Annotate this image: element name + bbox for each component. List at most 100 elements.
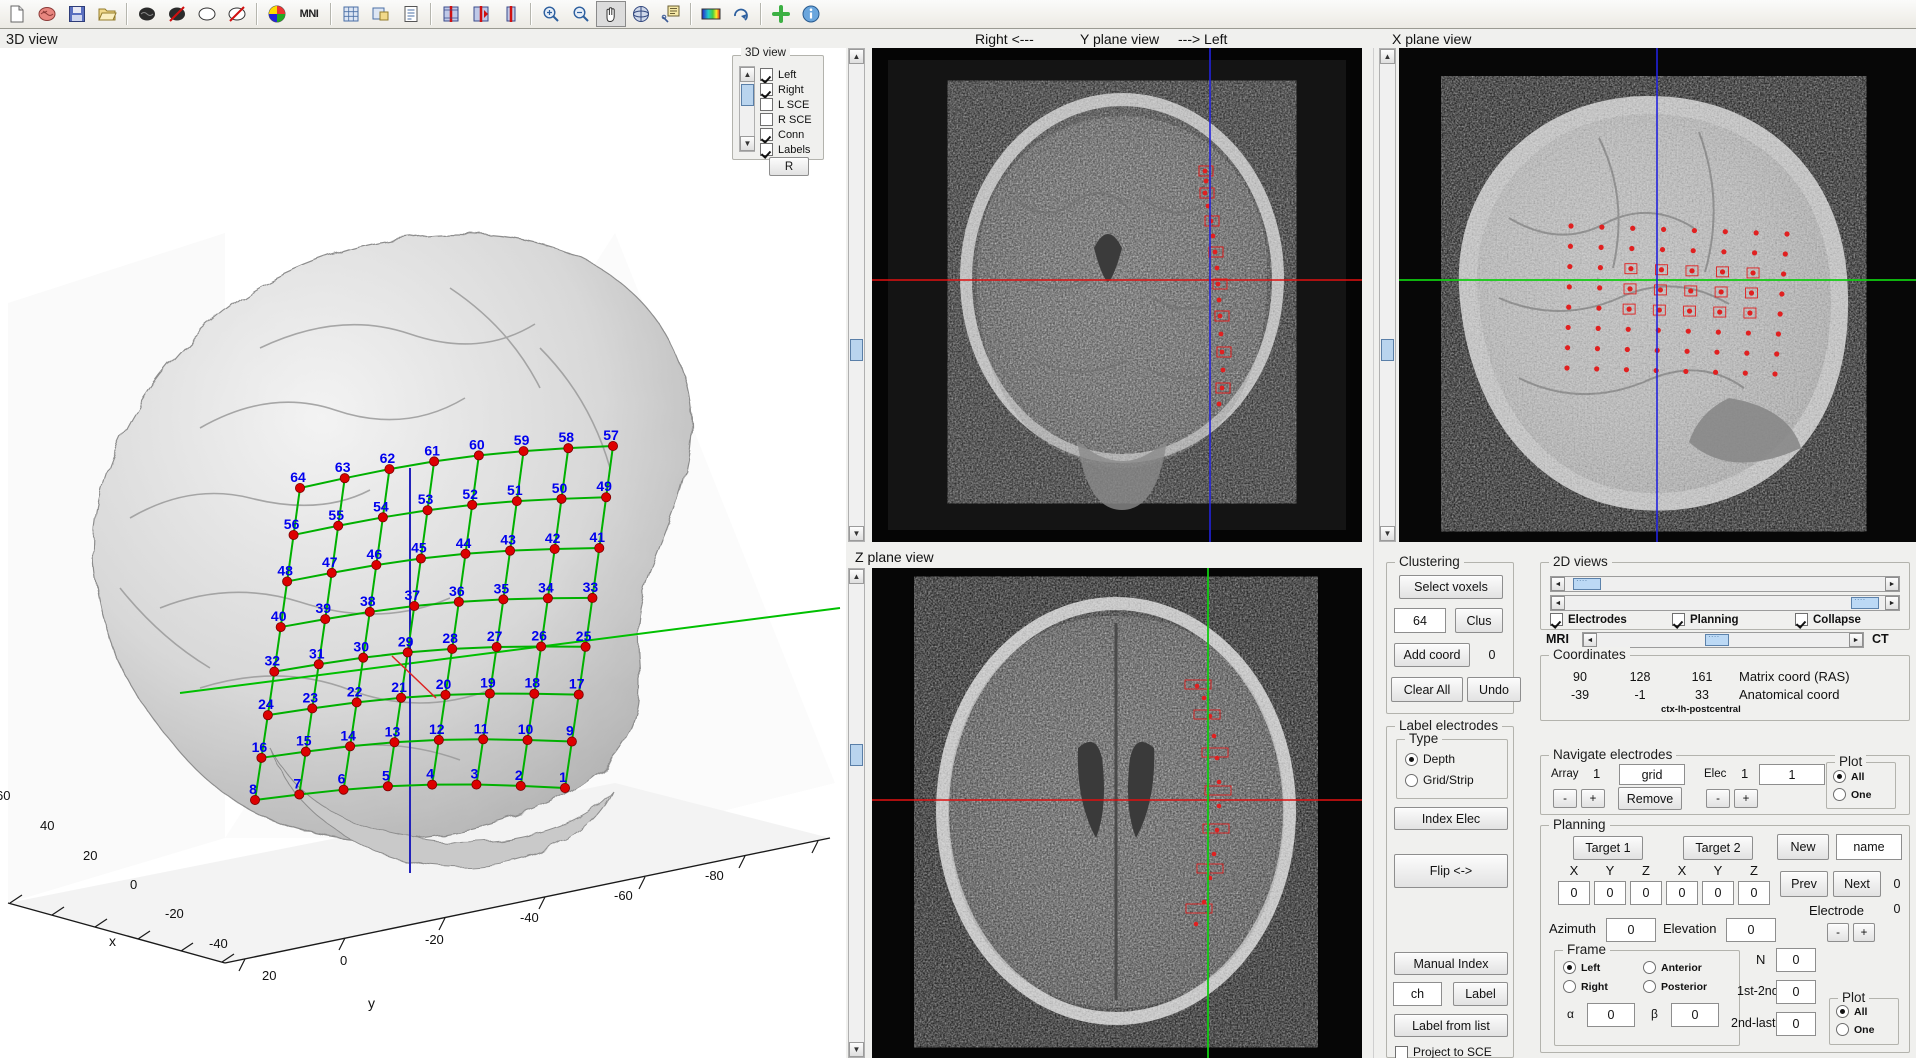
info-icon[interactable]: [796, 1, 826, 27]
slider-thumb[interactable]: [1851, 595, 1879, 609]
align-mri-icon[interactable]: [436, 1, 466, 27]
z-plane-scrollbar[interactable]: ▲ ▼: [848, 568, 865, 1058]
datatip-icon[interactable]: [656, 1, 686, 27]
grid-icon[interactable]: [336, 1, 366, 27]
scroll-thumb[interactable]: [850, 744, 863, 766]
x-plane-view[interactable]: [1399, 48, 1916, 542]
cbx-electrodes[interactable]: Electrodes: [1550, 613, 1627, 626]
array-minus-button[interactable]: -: [1553, 789, 1577, 808]
align-single-icon[interactable]: [496, 1, 526, 27]
hide-surface-icon[interactable]: [222, 1, 252, 27]
scroll-up-arrow[interactable]: ▲: [849, 569, 864, 584]
y-plane-scrollbar[interactable]: ▲ ▼: [848, 48, 865, 542]
rotate-3d-icon[interactable]: [626, 1, 656, 27]
undo-button[interactable]: Undo: [1467, 677, 1521, 702]
scroll-down-arrow[interactable]: ▼: [849, 1042, 864, 1057]
target-name-field[interactable]: name: [1836, 834, 1902, 860]
radio-plot-one[interactable]: One: [1833, 788, 1871, 801]
beta-field[interactable]: 0: [1671, 1003, 1719, 1027]
show-brain-icon[interactable]: [132, 1, 162, 27]
target2-z-field[interactable]: 0: [1738, 881, 1770, 905]
remove-array-button[interactable]: Remove: [1618, 787, 1682, 810]
cbx-planning[interactable]: Planning: [1672, 613, 1739, 626]
radio-planning-plot-one[interactable]: One: [1836, 1023, 1874, 1036]
scroll-thumb[interactable]: [1381, 339, 1394, 361]
n-field[interactable]: 0: [1776, 948, 1816, 972]
label-from-list-button[interactable]: Label from list: [1394, 1014, 1508, 1037]
target1-button[interactable]: Target 1: [1573, 836, 1643, 860]
index-elec-button[interactable]: Index Elec: [1394, 807, 1508, 830]
cbx-right[interactable]: Right: [760, 83, 804, 96]
slider-right-arrow[interactable]: ►: [1885, 596, 1899, 610]
colorbar-icon[interactable]: [696, 1, 726, 27]
colormap-icon[interactable]: [262, 1, 292, 27]
brain-3d-view[interactable]: 64 63 62 61 60 59 58 57 56 55 54 53 52 51 50 49 48 47 46 45…: [0, 48, 846, 1058]
slider-thumb[interactable]: [1573, 576, 1601, 590]
radio-planning-plot-all[interactable]: All: [1836, 1005, 1867, 1018]
target2-y-field[interactable]: 0: [1702, 881, 1734, 905]
azimuth-field[interactable]: 0: [1606, 918, 1656, 942]
select-voxels-button[interactable]: Select voxels: [1399, 575, 1503, 599]
electrode-plus-button[interactable]: +: [1853, 923, 1875, 942]
array-name-field[interactable]: grid: [1619, 764, 1685, 785]
y-plane-view[interactable]: [872, 48, 1362, 542]
radio-frame-anterior[interactable]: Anterior: [1643, 961, 1702, 974]
radio-frame-posterior[interactable]: Posterior: [1643, 980, 1707, 993]
radio-depth[interactable]: Depth: [1405, 752, 1455, 766]
clear-all-button[interactable]: Clear All: [1391, 677, 1463, 702]
cbx-project-to-sce[interactable]: Project to SCE: [1395, 1045, 1492, 1058]
cbx-collapse[interactable]: Collapse: [1795, 613, 1861, 626]
target1-y-field[interactable]: 0: [1594, 881, 1626, 905]
scroll-down-arrow[interactable]: ▼: [1380, 526, 1395, 541]
slider-left-arrow[interactable]: ◄: [1551, 596, 1565, 610]
views2d-slider-top[interactable]: ◄ ►: [1550, 576, 1900, 592]
array-plus-button[interactable]: +: [1581, 789, 1605, 808]
electrode-minus-button[interactable]: -: [1827, 923, 1849, 942]
grid-folder-icon[interactable]: [366, 1, 396, 27]
pan-hand-icon[interactable]: [596, 1, 626, 27]
second-last-field[interactable]: 0: [1776, 1012, 1816, 1036]
ch-field[interactable]: ch: [1393, 982, 1442, 1006]
radio-frame-left[interactable]: Left: [1563, 961, 1600, 974]
scroll-thumb[interactable]: [741, 84, 754, 106]
align-ct-icon[interactable]: [466, 1, 496, 27]
mri-ct-blend-slider[interactable]: ◄ ►: [1582, 632, 1864, 648]
elec-minus-button[interactable]: -: [1706, 789, 1730, 808]
mni-label[interactable]: MNI: [292, 1, 326, 27]
add-coord-button[interactable]: Add coord: [1394, 643, 1470, 667]
clus-button[interactable]: Clus: [1455, 608, 1503, 633]
elevation-field[interactable]: 0: [1726, 918, 1776, 942]
manual-index-button[interactable]: Manual Index: [1394, 952, 1508, 975]
zoom-in-icon[interactable]: [536, 1, 566, 27]
open-folder-icon[interactable]: [92, 1, 122, 27]
alpha-field[interactable]: 0: [1587, 1003, 1635, 1027]
scroll-up-arrow[interactable]: ▲: [849, 49, 864, 64]
save-icon[interactable]: [62, 1, 92, 27]
new-target-button[interactable]: New: [1777, 834, 1829, 860]
scroll-down-arrow[interactable]: ▼: [740, 136, 755, 151]
cbx-conn[interactable]: Conn: [760, 128, 804, 141]
elec-value-field[interactable]: 1: [1759, 764, 1825, 785]
reset-view-button[interactable]: R: [769, 157, 809, 176]
z-plane-view[interactable]: [872, 568, 1362, 1058]
scroll-up-arrow[interactable]: ▲: [1380, 49, 1395, 64]
cbx-labels[interactable]: Labels: [760, 143, 810, 156]
flip-button[interactable]: Flip <->: [1394, 854, 1508, 888]
show-surface-icon[interactable]: [192, 1, 222, 27]
new-file-icon[interactable]: [2, 1, 32, 27]
target1-x-field[interactable]: 0: [1558, 881, 1590, 905]
slider-left-arrow[interactable]: ◄: [1551, 577, 1565, 591]
label-button[interactable]: Label: [1453, 982, 1508, 1006]
list-icon[interactable]: [396, 1, 426, 27]
elec-plus-button[interactable]: +: [1734, 789, 1758, 808]
add-crosshair-icon[interactable]: [766, 1, 796, 27]
prev-target-button[interactable]: Prev: [1780, 871, 1828, 897]
zoom-out-icon[interactable]: [566, 1, 596, 27]
radio-frame-right[interactable]: Right: [1563, 980, 1608, 993]
scroll-thumb[interactable]: [850, 339, 863, 361]
radio-grid-strip[interactable]: Grid/Strip: [1405, 773, 1474, 787]
target2-button[interactable]: Target 2: [1683, 836, 1753, 860]
slider-right-arrow[interactable]: ►: [1849, 633, 1863, 647]
view3d-list-scrollbar[interactable]: ▲ ▼: [739, 66, 755, 152]
cbx-l-sce[interactable]: L SCE: [760, 98, 809, 111]
